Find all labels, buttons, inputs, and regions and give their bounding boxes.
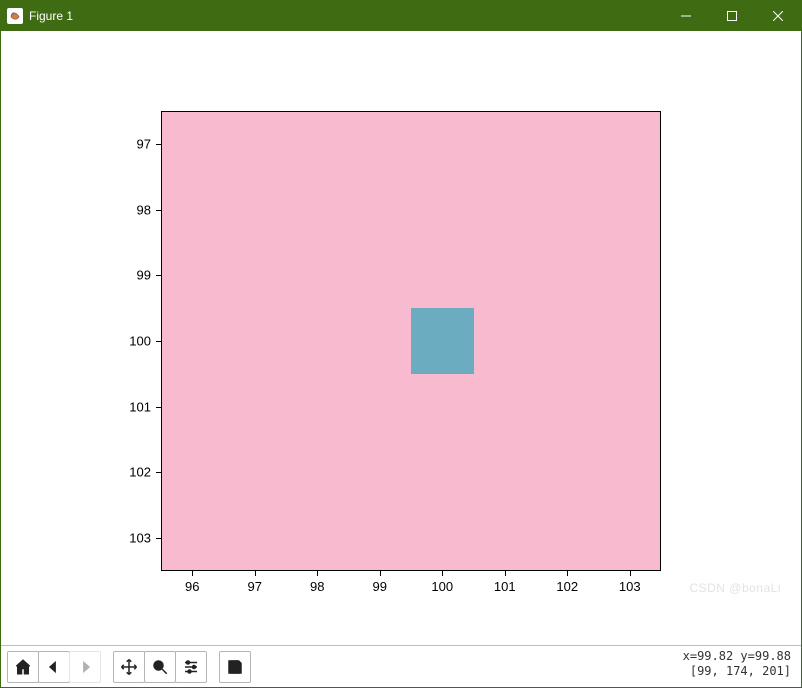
plot-content: 96979899100101102103979899100101102103 C… — [1, 31, 801, 645]
x-tick-label: 98 — [310, 579, 324, 594]
y-tick — [156, 407, 161, 408]
x-tick-label: 100 — [431, 579, 453, 594]
x-tick — [442, 571, 443, 576]
x-tick-label: 101 — [494, 579, 516, 594]
y-tick-label: 97 — [121, 136, 151, 151]
toolbar-group-save — [219, 651, 251, 683]
toolbar-group-view — [113, 651, 207, 683]
zoom-button[interactable] — [144, 651, 176, 683]
y-tick-label: 103 — [121, 531, 151, 546]
y-tick-label: 101 — [121, 399, 151, 414]
configure-button[interactable] — [175, 651, 207, 683]
toolbar: x=99.82 y=99.88 [99, 174, 201] — [1, 645, 801, 687]
y-tick-label: 100 — [121, 334, 151, 349]
close-button[interactable] — [755, 1, 801, 31]
plot-wrap: 96 97 98 99 100 101 102 103 97 98 99 100 101 102 103 — [1, 31, 801, 645]
x-tick — [567, 571, 568, 576]
x-tick-label: 99 — [373, 579, 387, 594]
y-tick — [156, 210, 161, 211]
y-tick-label: 99 — [121, 268, 151, 283]
window-title: Figure 1 — [29, 9, 73, 23]
y-tick — [156, 275, 161, 276]
x-tick-label: 102 — [556, 579, 578, 594]
home-button[interactable] — [7, 651, 39, 683]
save-button[interactable] — [219, 651, 251, 683]
x-tick — [317, 571, 318, 576]
y-tick-label: 98 — [121, 202, 151, 217]
x-tick — [505, 571, 506, 576]
toolbar-group-nav — [7, 651, 101, 683]
data-patch — [411, 308, 474, 374]
cursor-coordinates: x=99.82 y=99.88 [99, 174, 201] — [683, 649, 791, 679]
forward-button[interactable] — [69, 651, 101, 683]
y-tick — [156, 538, 161, 539]
coord-line-xy: x=99.82 y=99.88 — [683, 649, 791, 664]
y-tick — [156, 472, 161, 473]
y-tick-label: 102 — [121, 465, 151, 480]
back-button[interactable] — [38, 651, 70, 683]
x-tick — [255, 571, 256, 576]
x-tick-label: 103 — [619, 579, 641, 594]
coord-line-pixel: [99, 174, 201] — [683, 664, 791, 679]
maximize-button[interactable] — [709, 1, 755, 31]
x-tick-label: 97 — [248, 579, 262, 594]
y-tick — [156, 341, 161, 342]
x-tick — [192, 571, 193, 576]
figure-window: Figure 1 96 97 98 99 100 101 102 103 97 98 99 100 10… — [0, 0, 802, 688]
pan-button[interactable] — [113, 651, 145, 683]
y-tick — [156, 144, 161, 145]
x-tick — [630, 571, 631, 576]
x-tick — [380, 571, 381, 576]
x-tick-label: 96 — [185, 579, 199, 594]
titlebar: Figure 1 — [1, 1, 801, 31]
app-icon — [7, 8, 23, 24]
minimize-button[interactable] — [663, 1, 709, 31]
